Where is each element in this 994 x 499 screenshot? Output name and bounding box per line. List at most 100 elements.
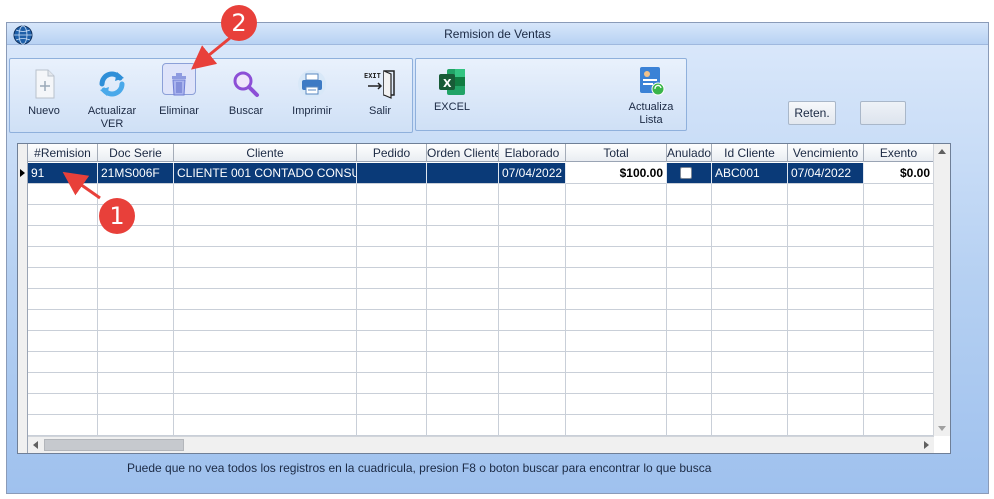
empty-cell[interactable]: [499, 352, 566, 373]
empty-cell[interactable]: [788, 247, 864, 268]
empty-cell[interactable]: [499, 310, 566, 331]
empty-cell[interactable]: [28, 268, 98, 289]
empty-cell[interactable]: [98, 373, 174, 394]
horizontal-scrollbar[interactable]: [28, 436, 934, 453]
empty-cell[interactable]: [566, 373, 667, 394]
empty-cell[interactable]: [427, 331, 499, 352]
empty-cell[interactable]: [499, 184, 566, 205]
empty-cell[interactable]: [357, 352, 427, 373]
empty-cell[interactable]: [667, 352, 712, 373]
empty-cell[interactable]: [98, 268, 174, 289]
cell-pedido[interactable]: [357, 163, 427, 184]
empty-cell[interactable]: [427, 394, 499, 415]
col-exento[interactable]: Exento: [864, 144, 934, 162]
empty-cell[interactable]: [864, 310, 934, 331]
table-row[interactable]: 91 21MS006F CLIENTE 001 CONTADO CONSUMID…: [28, 163, 934, 184]
empty-cell[interactable]: [864, 352, 934, 373]
empty-cell[interactable]: [712, 268, 788, 289]
empty-cell[interactable]: [427, 373, 499, 394]
empty-cell[interactable]: [788, 352, 864, 373]
remisiones-grid[interactable]: #Remision Doc Serie Cliente Pedido Orden…: [17, 143, 951, 454]
empty-table-row[interactable]: [28, 226, 934, 247]
col-cliente[interactable]: Cliente: [174, 144, 357, 162]
empty-cell[interactable]: [864, 373, 934, 394]
empty-cell[interactable]: [427, 310, 499, 331]
empty-cell[interactable]: [667, 247, 712, 268]
empty-cell[interactable]: [788, 331, 864, 352]
empty-cell[interactable]: [566, 205, 667, 226]
empty-cell[interactable]: [98, 415, 174, 436]
empty-cell[interactable]: [98, 394, 174, 415]
empty-cell[interactable]: [174, 310, 357, 331]
col-remision[interactable]: #Remision: [28, 144, 98, 162]
empty-cell[interactable]: [864, 289, 934, 310]
col-id-cliente[interactable]: Id Cliente: [712, 144, 788, 162]
empty-cell[interactable]: [174, 415, 357, 436]
empty-cell[interactable]: [28, 247, 98, 268]
empty-cell[interactable]: [667, 394, 712, 415]
empty-cell[interactable]: [667, 289, 712, 310]
empty-cell[interactable]: [788, 373, 864, 394]
empty-cell[interactable]: [357, 415, 427, 436]
empty-cell[interactable]: [28, 184, 98, 205]
empty-cell[interactable]: [788, 394, 864, 415]
empty-cell[interactable]: [712, 289, 788, 310]
empty-cell[interactable]: [667, 373, 712, 394]
imprimir-button[interactable]: Imprimir: [280, 67, 344, 129]
empty-cell[interactable]: [788, 310, 864, 331]
empty-cell[interactable]: [788, 226, 864, 247]
col-anulado[interactable]: Anulado: [667, 144, 712, 162]
empty-cell[interactable]: [712, 352, 788, 373]
empty-cell[interactable]: [427, 268, 499, 289]
empty-cell[interactable]: [427, 415, 499, 436]
empty-table-row[interactable]: [28, 415, 934, 436]
empty-cell[interactable]: [174, 205, 357, 226]
empty-cell[interactable]: [28, 394, 98, 415]
empty-cell[interactable]: [864, 184, 934, 205]
empty-cell[interactable]: [864, 394, 934, 415]
empty-table-row[interactable]: [28, 394, 934, 415]
cell-doc-serie[interactable]: 21MS006F: [98, 163, 174, 184]
empty-cell[interactable]: [357, 289, 427, 310]
cell-anulado[interactable]: [667, 163, 712, 184]
empty-cell[interactable]: [357, 247, 427, 268]
empty-table-row[interactable]: [28, 352, 934, 373]
empty-table-row[interactable]: [28, 289, 934, 310]
empty-cell[interactable]: [864, 268, 934, 289]
empty-cell[interactable]: [667, 226, 712, 247]
empty-cell[interactable]: [566, 289, 667, 310]
cell-exento[interactable]: $0.00: [864, 163, 934, 184]
empty-cell[interactable]: [788, 268, 864, 289]
empty-cell[interactable]: [427, 184, 499, 205]
empty-cell[interactable]: [174, 394, 357, 415]
empty-table-row[interactable]: [28, 310, 934, 331]
empty-cell[interactable]: [566, 184, 667, 205]
empty-cell[interactable]: [499, 415, 566, 436]
empty-cell[interactable]: [667, 310, 712, 331]
empty-cell[interactable]: [667, 331, 712, 352]
empty-cell[interactable]: [712, 226, 788, 247]
empty-cell[interactable]: [357, 184, 427, 205]
empty-cell[interactable]: [864, 331, 934, 352]
col-orden-cliente[interactable]: Orden Cliente: [427, 144, 499, 162]
empty-cell[interactable]: [174, 268, 357, 289]
empty-cell[interactable]: [357, 226, 427, 247]
blank-button[interactable]: [860, 101, 906, 125]
empty-cell[interactable]: [712, 205, 788, 226]
empty-cell[interactable]: [499, 331, 566, 352]
empty-cell[interactable]: [427, 226, 499, 247]
empty-cell[interactable]: [174, 331, 357, 352]
empty-cell[interactable]: [499, 247, 566, 268]
anulado-checkbox[interactable]: [680, 167, 692, 179]
empty-cell[interactable]: [712, 247, 788, 268]
cell-total[interactable]: $100.00: [566, 163, 667, 184]
empty-cell[interactable]: [566, 352, 667, 373]
empty-cell[interactable]: [98, 310, 174, 331]
empty-cell[interactable]: [28, 205, 98, 226]
empty-cell[interactable]: [499, 205, 566, 226]
scroll-right-icon[interactable]: [924, 441, 929, 449]
horizontal-scroll-thumb[interactable]: [44, 439, 184, 451]
empty-cell[interactable]: [864, 247, 934, 268]
empty-cell[interactable]: [357, 373, 427, 394]
empty-cell[interactable]: [566, 331, 667, 352]
